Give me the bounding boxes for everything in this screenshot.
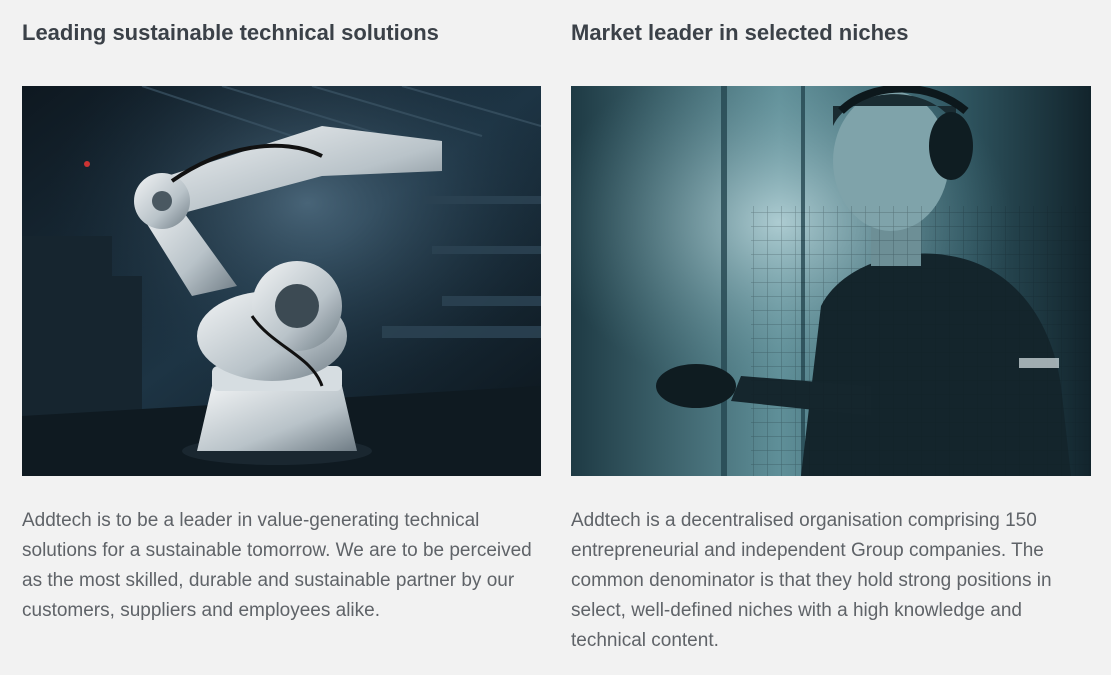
section-body-text: Addtech is a decentralised organisation … xyxy=(571,510,1052,651)
section-heading: Market leader in selected niches xyxy=(571,20,909,45)
technician-photo xyxy=(571,86,1091,476)
section-heading: Leading sustainable technical solutions xyxy=(22,20,439,45)
robot-arm-photo xyxy=(22,86,541,476)
section-body-text: Addtech is to be a leader in value-gener… xyxy=(22,510,532,621)
